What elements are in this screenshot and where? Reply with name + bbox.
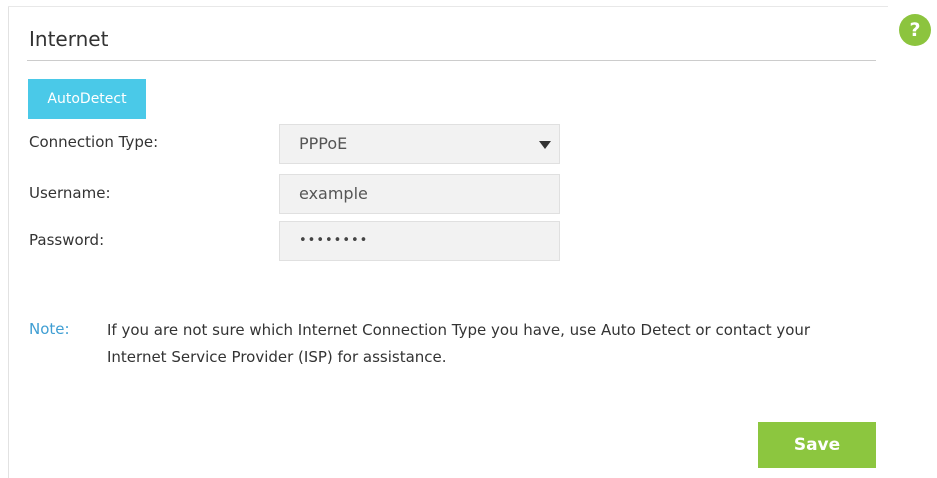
title-divider xyxy=(27,60,876,61)
password-label: Password: xyxy=(29,231,105,249)
autodetect-button[interactable]: AutoDetect xyxy=(28,79,146,119)
connection-type-label: Connection Type: xyxy=(29,133,159,151)
username-input[interactable]: example xyxy=(279,174,560,214)
panel-border-left xyxy=(8,6,9,478)
password-input[interactable]: •••••••• xyxy=(279,221,560,261)
note-label: Note: xyxy=(29,320,70,338)
internet-settings-page: Internet ? AutoDetect Connection Type: P… xyxy=(0,0,937,478)
note-text: If you are not sure which Internet Conne… xyxy=(107,321,811,366)
connection-type-value: PPPoE xyxy=(299,134,348,153)
connection-type-select[interactable]: PPPoE xyxy=(279,124,560,164)
username-value: example xyxy=(299,184,368,203)
panel-border-top xyxy=(8,6,888,7)
password-value: •••••••• xyxy=(299,233,369,248)
save-button[interactable]: Save xyxy=(758,422,876,468)
username-label: Username: xyxy=(29,184,111,202)
dropdown-caret-icon xyxy=(539,141,551,149)
section-title: Internet xyxy=(29,27,109,51)
help-question-icon[interactable]: ? xyxy=(899,14,931,46)
